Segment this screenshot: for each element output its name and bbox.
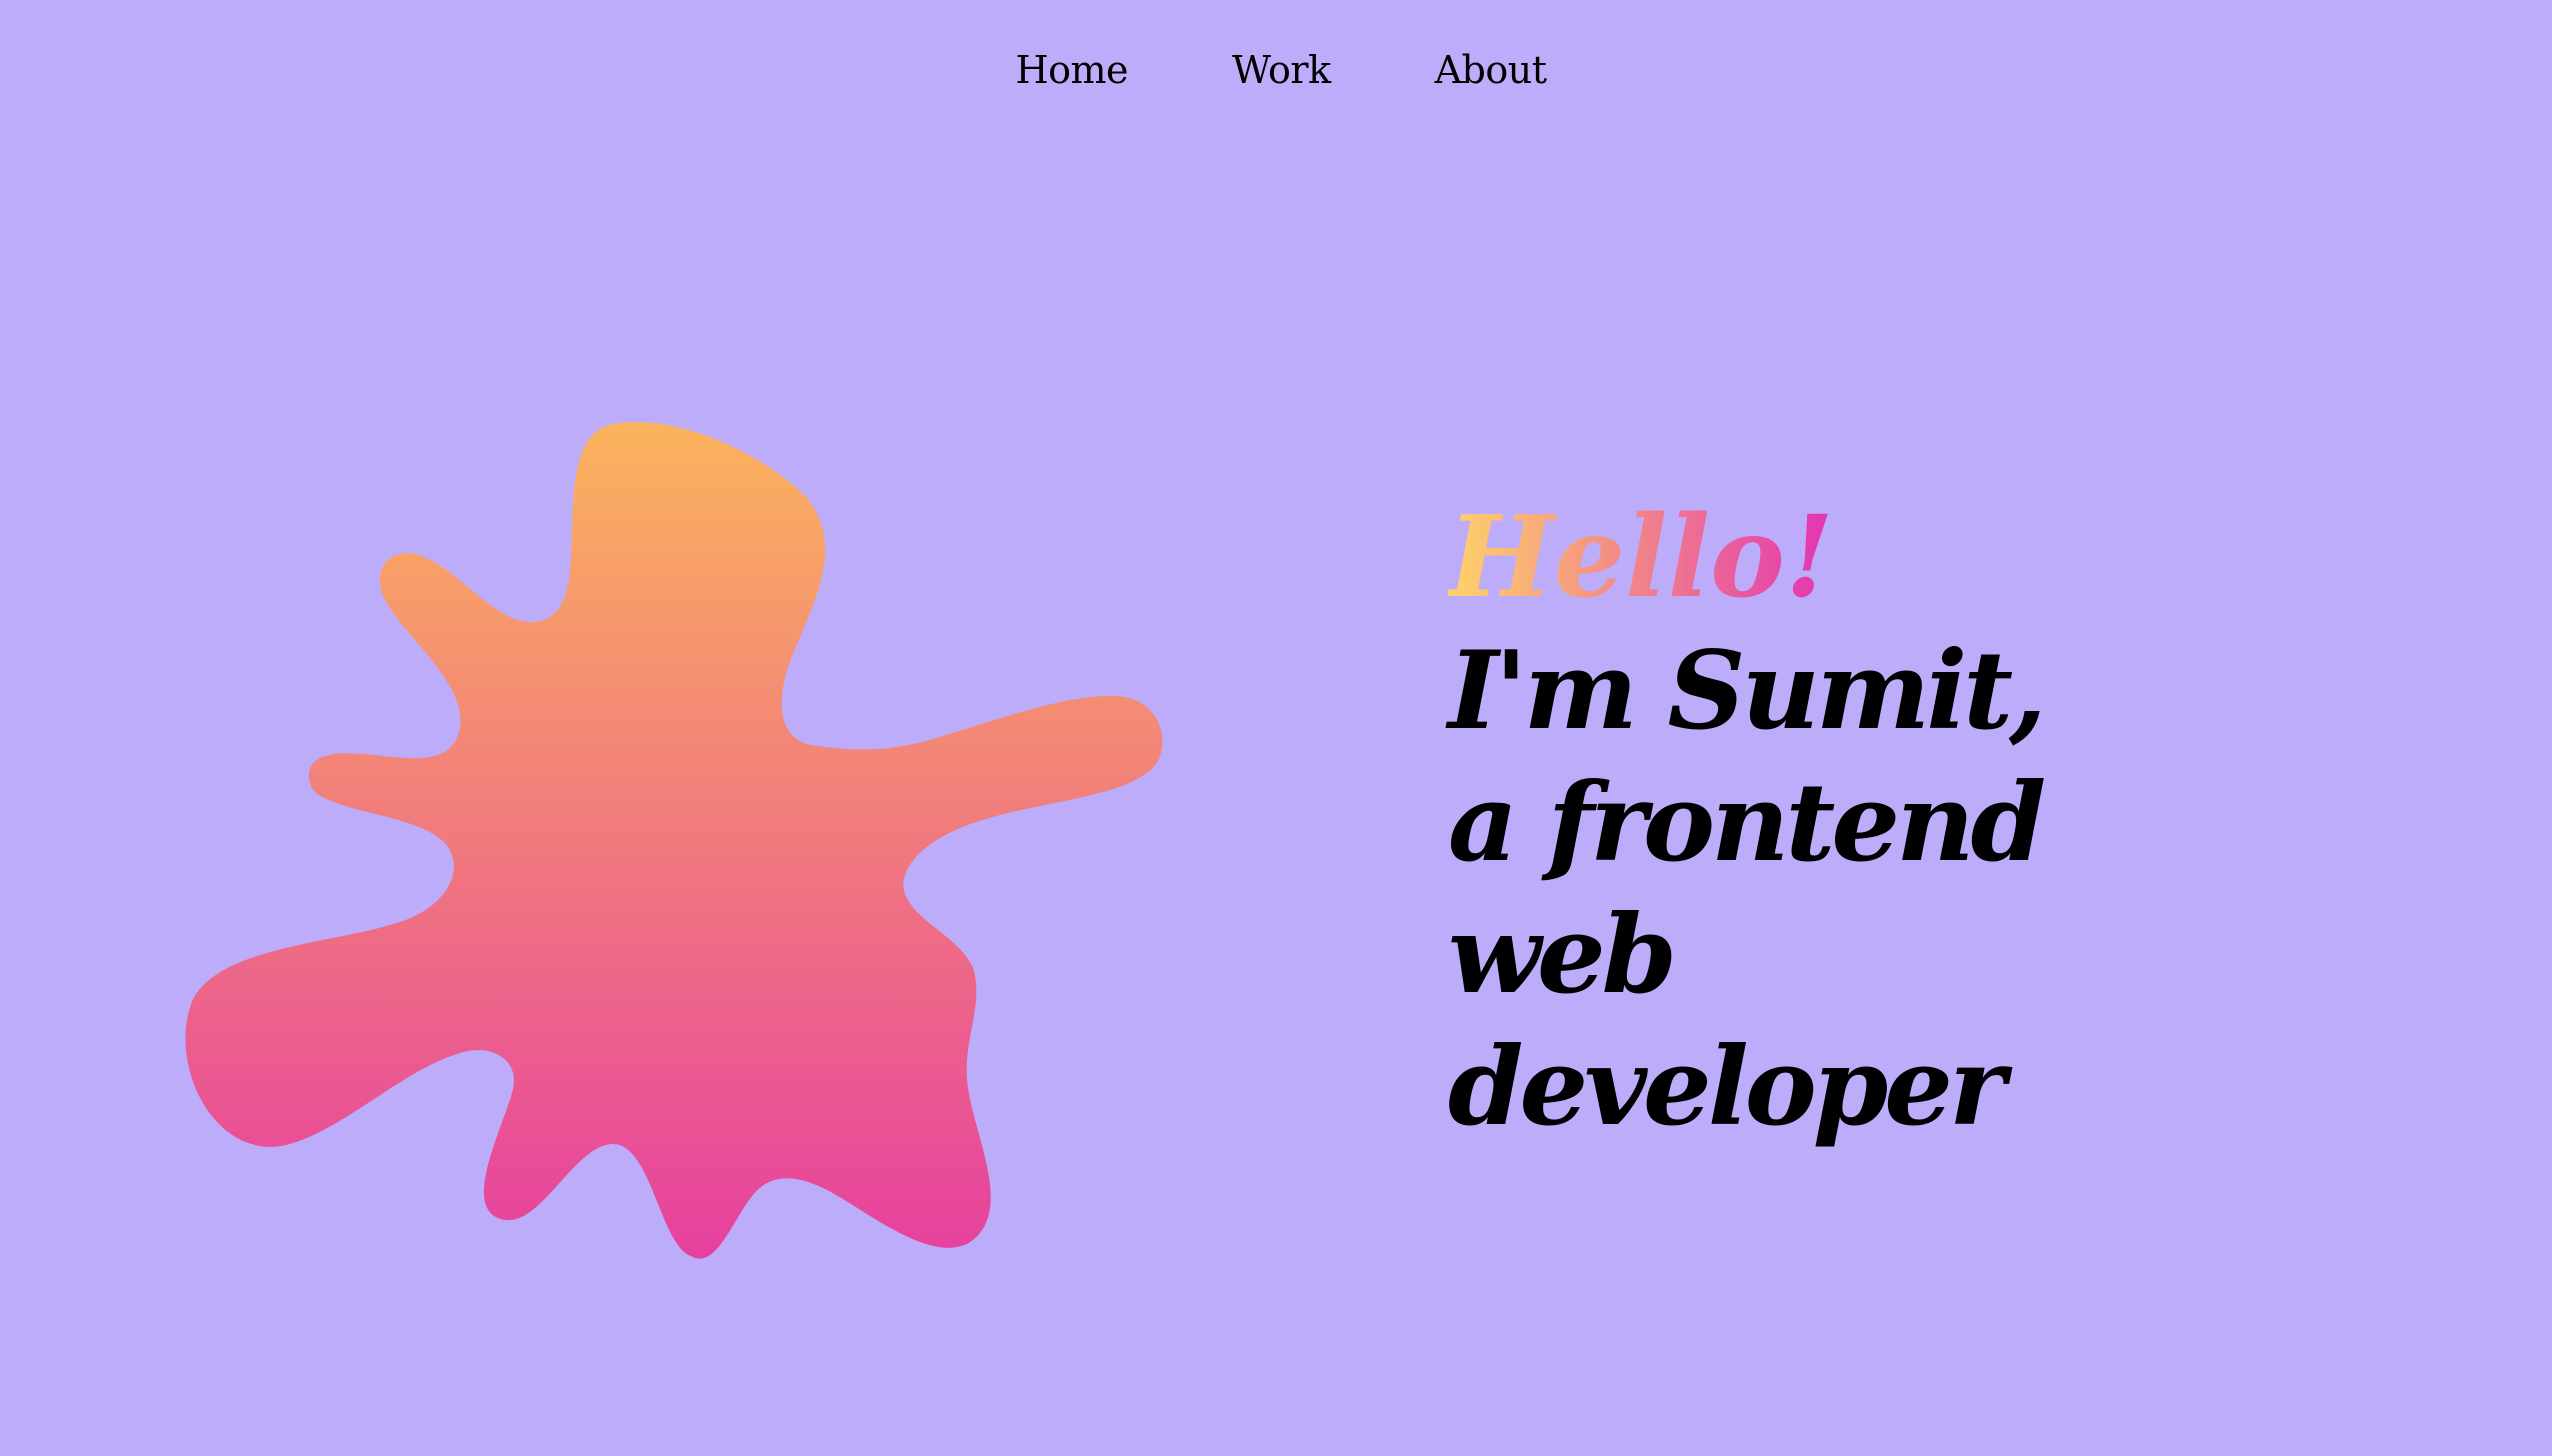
blob-shape: [185, 422, 1163, 1259]
intro-heading: I'm Sumit, a frontend web developer: [1448, 628, 2047, 1150]
greeting-heading: Hello!: [1448, 492, 1835, 623]
decorative-blob: [185, 422, 1163, 1259]
hero-section: Hello! I'm Sumit, a frontend web develop…: [1448, 490, 2068, 1153]
